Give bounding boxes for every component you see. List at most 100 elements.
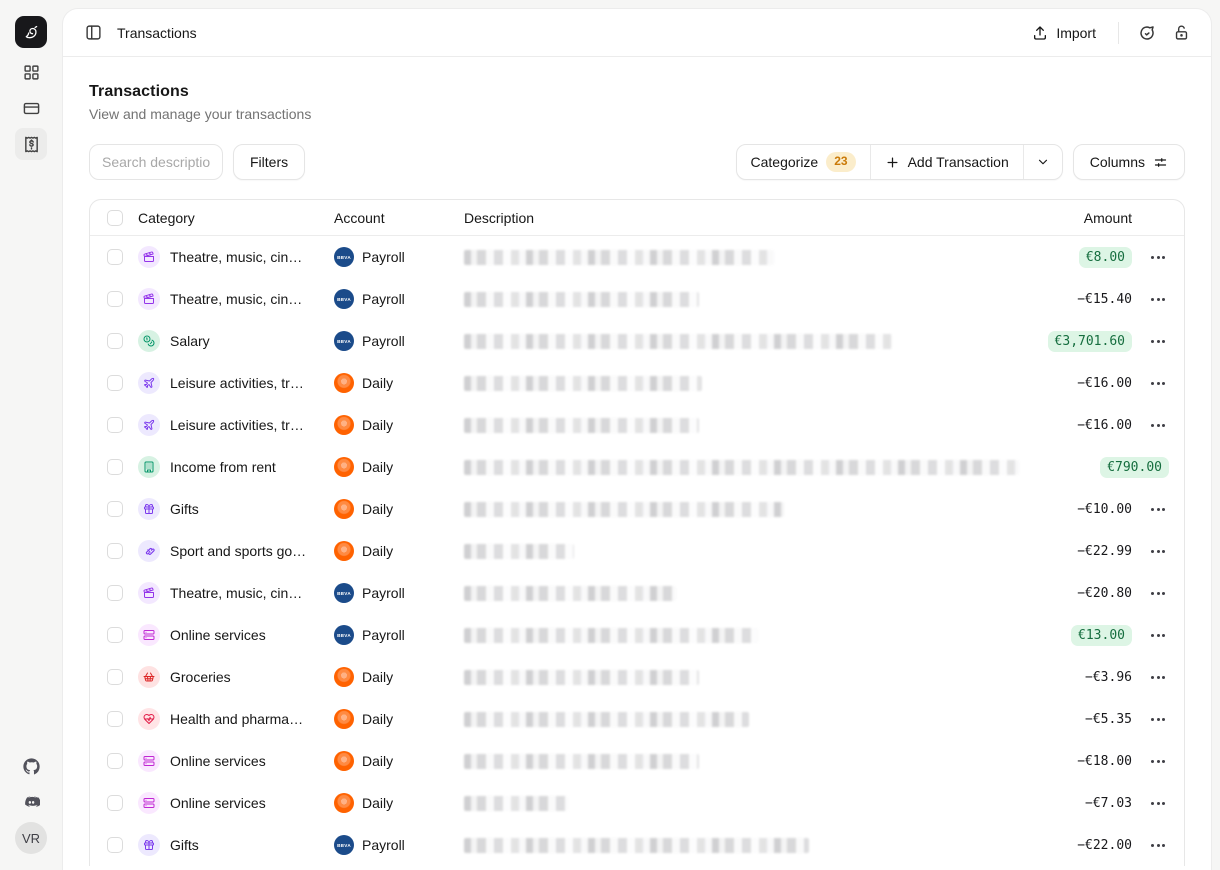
table-row[interactable]: Sport and sports go… Daily −€22.99	[90, 530, 1184, 572]
row-more-button[interactable]	[1145, 250, 1171, 265]
redacted-description	[464, 502, 784, 517]
table-row[interactable]: Gifts Daily −€10.00	[90, 488, 1184, 530]
discord-link[interactable]	[15, 786, 47, 818]
search-input[interactable]	[89, 144, 223, 180]
table-row[interactable]: Theatre, music, cin… BBVA Payroll −€20.8…	[90, 572, 1184, 614]
sidebar-item-accounts[interactable]	[15, 92, 47, 124]
row-checkbox[interactable]	[107, 753, 123, 769]
row-checkbox[interactable]	[107, 543, 123, 559]
github-link[interactable]	[15, 750, 47, 782]
row-more-button[interactable]	[1145, 334, 1171, 349]
row-checkbox-cell	[90, 585, 138, 601]
actions-cell	[1169, 460, 1185, 475]
table-row[interactable]: Leisure activities, tr… Daily −€16.00	[90, 362, 1184, 404]
description-cell	[464, 250, 982, 265]
table-row[interactable]: Online services Daily −€7.03	[90, 782, 1184, 824]
category-cell: Groceries	[138, 666, 334, 688]
row-checkbox[interactable]	[107, 417, 123, 433]
row-more-button[interactable]	[1145, 376, 1171, 391]
row-more-button[interactable]	[1145, 796, 1171, 811]
row-more-button[interactable]	[1145, 544, 1171, 559]
description-cell	[464, 838, 982, 853]
row-more-button[interactable]	[1145, 502, 1171, 517]
amount-cell: −€22.00	[982, 838, 1132, 853]
actions-cell	[1132, 418, 1184, 433]
table-row[interactable]: Health and pharma… Daily −€5.35	[90, 698, 1184, 740]
row-checkbox[interactable]	[107, 837, 123, 853]
row-checkbox-cell	[90, 291, 138, 307]
table-row[interactable]: Online services BBVA Payroll €13.00	[90, 614, 1184, 656]
row-more-button[interactable]	[1145, 670, 1171, 685]
ing-logo	[334, 793, 354, 813]
amount-value: €8.00	[1079, 247, 1132, 268]
bbva-logo: BBVA	[334, 289, 354, 309]
import-button[interactable]: Import	[1024, 19, 1104, 47]
toggle-sidebar-button[interactable]	[79, 19, 107, 47]
amount-cell: €790.00	[1019, 457, 1169, 478]
categorize-button[interactable]: Categorize 23	[737, 145, 870, 179]
row-more-button[interactable]	[1182, 460, 1185, 475]
row-checkbox[interactable]	[107, 627, 123, 643]
amount-cell: −€5.35	[982, 712, 1132, 727]
user-avatar[interactable]: VR	[15, 822, 47, 854]
sidebar-item-transactions[interactable]	[15, 128, 47, 160]
description-cell	[464, 544, 982, 559]
actions-cell	[1132, 712, 1184, 727]
row-checkbox[interactable]	[107, 291, 123, 307]
row-checkbox[interactable]	[107, 375, 123, 391]
redacted-description	[464, 712, 749, 727]
row-more-button[interactable]	[1145, 292, 1171, 307]
row-more-button[interactable]	[1145, 586, 1171, 601]
description-cell	[464, 754, 982, 769]
description-cell	[464, 292, 982, 307]
header-actions: Import	[1024, 19, 1195, 47]
category-cell: Gifts	[138, 834, 334, 856]
row-checkbox[interactable]	[107, 501, 123, 517]
plane-icon	[138, 372, 160, 394]
left-rail: VR	[0, 0, 62, 870]
app-logo[interactable]	[15, 16, 47, 48]
row-checkbox[interactable]	[107, 669, 123, 685]
table-row[interactable]: Income from rent Daily €790.00	[90, 446, 1184, 488]
account-label: Daily	[362, 417, 393, 433]
row-checkbox[interactable]	[107, 711, 123, 727]
add-transaction-dropdown-button[interactable]	[1023, 145, 1062, 179]
row-checkbox[interactable]	[107, 333, 123, 349]
ai-chat-icon	[1138, 24, 1156, 42]
row-checkbox[interactable]	[107, 459, 123, 475]
row-checkbox[interactable]	[107, 249, 123, 265]
table-row[interactable]: Theatre, music, cin… BBVA Payroll €8.00	[90, 236, 1184, 278]
row-more-button[interactable]	[1145, 838, 1171, 853]
sidebar-item-dashboard[interactable]	[15, 56, 47, 88]
table-row[interactable]: Online services Daily −€18.00	[90, 740, 1184, 782]
ai-assistant-button[interactable]	[1133, 19, 1161, 47]
row-more-button[interactable]	[1145, 418, 1171, 433]
row-checkbox[interactable]	[107, 585, 123, 601]
description-cell	[464, 712, 982, 727]
github-icon	[23, 758, 40, 775]
table-row[interactable]: Salary BBVA Payroll €3,701.60	[90, 320, 1184, 362]
table-row[interactable]: Groceries Daily −€3.96	[90, 656, 1184, 698]
table-header-row: Category Account Description Amount	[90, 200, 1184, 236]
table-row[interactable]: Theatre, music, cin… BBVA Payroll −€15.4…	[90, 278, 1184, 320]
filters-button[interactable]: Filters	[233, 144, 305, 180]
lock-button[interactable]	[1167, 19, 1195, 47]
row-more-button[interactable]	[1145, 754, 1171, 769]
select-all-checkbox[interactable]	[107, 210, 123, 226]
account-cell: Daily	[334, 709, 464, 729]
category-cell: Theatre, music, cin…	[138, 288, 334, 310]
table-row[interactable]: Leisure activities, tr… Daily −€16.00	[90, 404, 1184, 446]
add-transaction-button[interactable]: Add Transaction	[870, 145, 1023, 179]
table-row[interactable]: Gifts BBVA Payroll −€22.00	[90, 824, 1184, 866]
row-checkbox-cell	[90, 501, 138, 517]
amount-value: €13.00	[1071, 625, 1132, 646]
amount-cell: €13.00	[982, 625, 1132, 646]
row-more-button[interactable]	[1145, 712, 1171, 727]
row-checkbox[interactable]	[107, 795, 123, 811]
columns-button[interactable]: Columns	[1073, 144, 1185, 180]
receipt-icon	[23, 136, 40, 153]
category-cell: Salary	[138, 330, 334, 352]
amount-cell: −€3.96	[982, 670, 1132, 685]
category-cell: Online services	[138, 792, 334, 814]
row-more-button[interactable]	[1145, 628, 1171, 643]
